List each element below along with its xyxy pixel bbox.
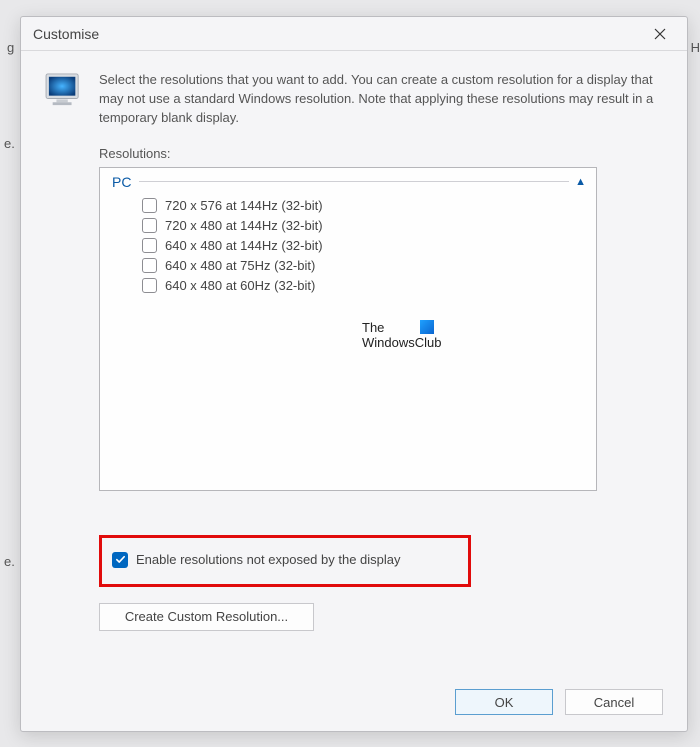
ok-button[interactable]: OK xyxy=(455,689,553,715)
dialog-body: Select the resolutions that you want to … xyxy=(21,51,687,731)
group-divider xyxy=(139,181,569,182)
create-button-label: Create Custom Resolution... xyxy=(125,609,288,624)
dialog-footer: OK Cancel xyxy=(45,675,663,715)
resolution-item[interactable]: 720 x 480 at 144Hz (32-bit) xyxy=(142,216,596,236)
enable-resolutions-checkbox[interactable] xyxy=(112,552,128,568)
resolutions-label: Resolutions: xyxy=(99,146,663,161)
enable-resolutions-row: Enable resolutions not exposed by the di… xyxy=(99,535,471,587)
titlebar: Customise xyxy=(21,17,687,51)
resolution-text: 640 x 480 at 60Hz (32-bit) xyxy=(165,278,315,293)
resolutions-listbox[interactable]: PC ▲ 720 x 576 at 144Hz (32-bit) 720 x 4… xyxy=(99,167,597,491)
cancel-label: Cancel xyxy=(594,695,634,710)
chevron-up-icon: ▲ xyxy=(569,176,586,188)
intro-text: Select the resolutions that you want to … xyxy=(99,71,663,128)
resolution-text: 640 x 480 at 144Hz (32-bit) xyxy=(165,238,323,253)
resolution-checkbox[interactable] xyxy=(142,238,157,253)
resolution-item[interactable]: 640 x 480 at 75Hz (32-bit) xyxy=(142,256,596,276)
dialog-title: Customise xyxy=(31,26,643,42)
background-text: e. xyxy=(4,554,15,569)
resolution-checkbox[interactable] xyxy=(142,258,157,273)
background-text: g xyxy=(7,40,14,55)
close-button[interactable] xyxy=(643,20,677,48)
resolution-text: 720 x 480 at 144Hz (32-bit) xyxy=(165,218,323,233)
resolution-checkbox[interactable] xyxy=(142,278,157,293)
resolution-item[interactable]: 720 x 576 at 144Hz (32-bit) xyxy=(142,196,596,216)
ok-label: OK xyxy=(495,695,514,710)
resolution-list: 720 x 576 at 144Hz (32-bit) 720 x 480 at… xyxy=(100,192,596,296)
resolution-text: 640 x 480 at 75Hz (32-bit) xyxy=(165,258,315,273)
resolution-item[interactable]: 640 x 480 at 144Hz (32-bit) xyxy=(142,236,596,256)
checkmark-icon xyxy=(115,554,126,565)
watermark-text: WindowsClub xyxy=(362,335,441,350)
group-label: PC xyxy=(112,174,131,190)
group-header-pc[interactable]: PC ▲ xyxy=(100,172,596,192)
enable-resolutions-label: Enable resolutions not exposed by the di… xyxy=(136,552,401,567)
monitor-icon xyxy=(45,73,83,107)
resolution-item[interactable]: 640 x 480 at 60Hz (32-bit) xyxy=(142,276,596,296)
close-icon xyxy=(654,28,666,40)
resolution-text: 720 x 576 at 144Hz (32-bit) xyxy=(165,198,323,213)
resolution-checkbox[interactable] xyxy=(142,198,157,213)
watermark: The WindowsClub xyxy=(362,320,441,350)
background-text: e. xyxy=(4,136,15,151)
resolution-checkbox[interactable] xyxy=(142,218,157,233)
create-custom-resolution-button[interactable]: Create Custom Resolution... xyxy=(99,603,314,631)
watermark-logo-icon xyxy=(420,320,434,334)
customise-dialog: Customise Select the resolutions that yo… xyxy=(20,16,688,732)
watermark-text: The xyxy=(362,320,384,335)
cancel-button[interactable]: Cancel xyxy=(565,689,663,715)
